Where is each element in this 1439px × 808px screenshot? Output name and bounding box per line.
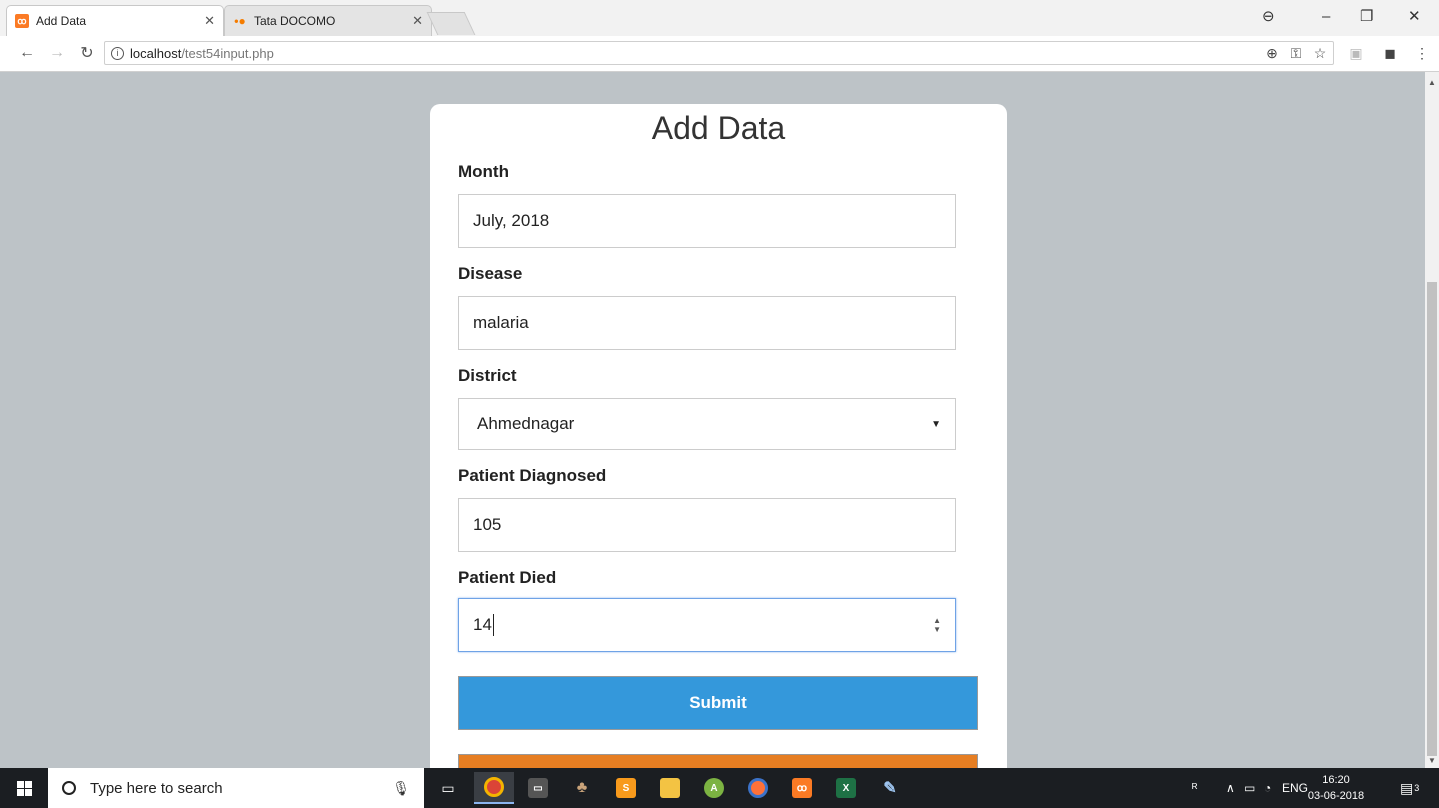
new-tab-button[interactable] xyxy=(426,12,476,35)
district-value: Ahmednagar xyxy=(477,414,575,433)
scroll-up-icon[interactable]: ▲ xyxy=(1425,76,1439,88)
battery-icon[interactable]: ▭ xyxy=(1244,768,1255,808)
profile-icon[interactable]: ⊖ xyxy=(1262,0,1275,32)
app-taskbar-icon[interactable]: ♣ xyxy=(562,772,602,804)
clock-time: 16:20 xyxy=(1322,774,1350,786)
address-bar[interactable]: i localhost/test54input.php xyxy=(104,41,1334,65)
tab-title: Add Data xyxy=(36,14,87,28)
star-icon[interactable]: ☆ xyxy=(1310,42,1330,64)
extension-icon-2[interactable]: ◼ xyxy=(1380,42,1400,64)
tab-tata-docomo[interactable]: •● Tata DOCOMO ✕ xyxy=(224,5,432,36)
month-value: July, 2018 xyxy=(473,211,550,230)
info-icon[interactable]: i xyxy=(111,46,124,60)
xampp-taskbar-icon[interactable]: ꝏ xyxy=(782,772,822,804)
page-viewport: Add Data Month July, 2018 Disease malari… xyxy=(0,72,1425,768)
form-card: Add Data Month July, 2018 Disease malari… xyxy=(430,104,1007,768)
tab-title: Tata DOCOMO xyxy=(254,14,336,28)
cortana-icon xyxy=(62,781,76,795)
sublime-taskbar-icon[interactable]: S xyxy=(606,772,646,804)
patient-died-value: 14 xyxy=(473,615,492,634)
file-explorer-taskbar-icon[interactable] xyxy=(650,772,690,804)
excel-taskbar-icon[interactable]: X xyxy=(826,772,866,804)
android-studio-taskbar-icon[interactable]: A xyxy=(694,772,734,804)
patient-died-label: Patient Died xyxy=(458,568,557,587)
minimize-icon[interactable]: – xyxy=(1322,0,1330,32)
close-window-icon[interactable]: ✕ xyxy=(1408,0,1421,32)
docomo-icon: •● xyxy=(234,14,246,28)
close-tab-icon[interactable]: ✕ xyxy=(204,13,215,29)
disease-input[interactable]: malaria xyxy=(458,296,956,350)
search-placeholder: Type here to search xyxy=(90,779,223,797)
show-hidden-icons[interactable]: ∧ xyxy=(1226,768,1235,808)
patient-died-input[interactable]: 14 ▲ ▼ xyxy=(458,598,956,652)
extension-icon[interactable]: ▣ xyxy=(1346,42,1366,64)
chrome-taskbar-icon[interactable] xyxy=(474,772,514,804)
wifi-icon[interactable]: ◔ xyxy=(1264,768,1271,808)
clock-date: 03-06-2018 xyxy=(1307,790,1365,802)
tab-add-data[interactable]: ꝏ Add Data ✕ xyxy=(6,5,224,36)
text-caret xyxy=(492,614,494,636)
key-icon[interactable]: ⚿ xyxy=(1286,42,1306,64)
speech-bubble-icon: ▤ xyxy=(1400,779,1414,796)
page-title: Add Data xyxy=(651,110,786,146)
scroll-down-icon[interactable]: ▼ xyxy=(1425,754,1439,766)
patient-diagnosed-value: 105 xyxy=(473,515,502,534)
paint-taskbar-icon[interactable]: ✎ xyxy=(870,772,910,804)
notification-center-icon[interactable]: ▤ 3 xyxy=(1400,768,1419,808)
microphone-icon[interactable]: 🎙 xyxy=(392,780,410,797)
browser-tab-bar: ꝏ Add Data ✕ •● Tata DOCOMO ✕ ⊖ – ❐ ✕ xyxy=(0,0,1439,36)
restore-icon[interactable]: ❐ xyxy=(1360,0,1373,32)
number-spinner-icon[interactable]: ▲ ▼ xyxy=(933,616,941,634)
windows-taskbar: Type here to search 🎙 ▭ ▭ ♣ S A ꝏ X ✎ ᴿ … xyxy=(0,768,1439,808)
back-arrow-icon[interactable]: ← xyxy=(16,42,38,64)
reload-icon[interactable]: ↻ xyxy=(76,42,98,64)
taskbar-search-box[interactable]: Type here to search 🎙 xyxy=(48,768,424,808)
patient-diagnosed-input[interactable]: 105 xyxy=(458,498,956,552)
notification-count: 3 xyxy=(1414,783,1420,793)
task-view-icon[interactable]: ▭ xyxy=(428,772,468,804)
district-select[interactable]: Ahmednagar ▼ xyxy=(458,398,956,450)
system-clock[interactable]: 16:20 03-06-2018 xyxy=(1306,772,1366,804)
url-host: localhost xyxy=(130,45,182,61)
secondary-button[interactable] xyxy=(458,754,978,768)
terminal-taskbar-icon[interactable]: ▭ xyxy=(518,772,558,804)
xampp-icon: ꝏ xyxy=(15,14,29,28)
scrollbar-thumb[interactable] xyxy=(1427,282,1437,756)
month-input[interactable]: July, 2018 xyxy=(458,194,956,248)
forward-arrow-icon[interactable]: → xyxy=(46,42,68,64)
url-path: /test54input.php xyxy=(181,45,274,61)
month-label: Month xyxy=(458,162,509,181)
menu-icon[interactable]: ⋮ xyxy=(1412,42,1432,64)
windows-logo-icon xyxy=(16,780,32,796)
close-tab-icon[interactable]: ✕ xyxy=(412,13,423,29)
district-label: District xyxy=(458,366,517,385)
dropdown-arrow-icon: ▼ xyxy=(931,418,941,430)
zoom-icon[interactable]: ⊕ xyxy=(1262,42,1282,64)
browser-toolbar: ← → ↻ i localhost/test54input.php ⊕ ⚿ ☆ … xyxy=(0,36,1439,72)
patient-diagnosed-label: Patient Diagnosed xyxy=(458,466,607,485)
firefox-taskbar-icon[interactable] xyxy=(738,772,778,804)
language-indicator[interactable]: ENG xyxy=(1282,768,1308,808)
disease-value: malaria xyxy=(473,313,529,332)
people-icon[interactable]: ᴿ xyxy=(1192,768,1197,808)
windows-start-button[interactable] xyxy=(0,768,48,808)
page-scrollbar[interactable]: ▲ ▼ xyxy=(1425,72,1439,768)
submit-button[interactable]: Submit xyxy=(458,676,978,730)
disease-label: Disease xyxy=(458,264,523,283)
